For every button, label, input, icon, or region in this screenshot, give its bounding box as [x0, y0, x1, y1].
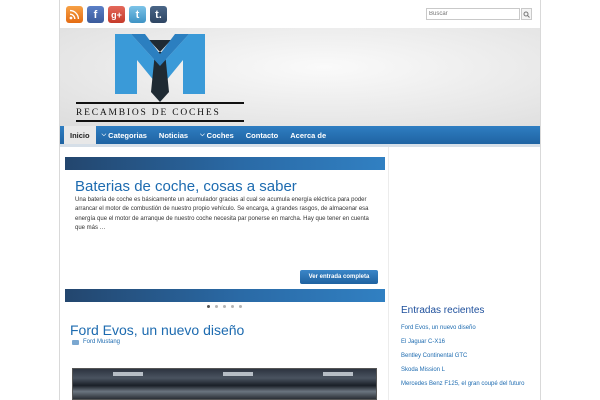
post-title[interactable]: Ford Evos, un nuevo diseño: [70, 322, 244, 338]
slide-excerpt: Una batería de coche es básicamente un a…: [75, 197, 369, 231]
search-button[interactable]: [521, 8, 532, 20]
nav-item-acerca-de[interactable]: Acerca de: [284, 126, 332, 144]
slider-dot[interactable]: [215, 305, 218, 308]
nav-item-categorias[interactable]: ⌵ Categorias: [96, 126, 153, 144]
recent-post-link[interactable]: El Jaguar C-X16: [401, 338, 524, 352]
tumblr-icon[interactable]: t.: [150, 6, 167, 23]
slider-dot[interactable]: [207, 305, 210, 308]
rss-icon[interactable]: [66, 6, 83, 23]
folder-icon: [72, 339, 79, 345]
logo-text: RECAMBIOS DE COCHES: [76, 108, 221, 118]
nav-divider: [60, 144, 540, 147]
chevron-down-icon: ⌵: [101, 131, 107, 138]
chevron-down-icon: ⌵: [200, 131, 205, 138]
slide-title[interactable]: Baterias de coche, cosas a saber: [75, 178, 297, 195]
nav-item-coches[interactable]: ⌵ Coches: [194, 126, 240, 144]
image-detail: [113, 372, 143, 376]
post-image[interactable]: [72, 368, 377, 400]
google-plus-icon[interactable]: g+: [108, 6, 125, 23]
recent-posts-list: Ford Evos, un nuevo diseño El Jaguar C-X…: [401, 324, 524, 394]
facebook-icon[interactable]: f: [87, 6, 104, 23]
slider-bottom-bar: [65, 289, 385, 302]
page-container: f g+ t t. RECAMBIOS DE COCHES Inicio ⌵Ca…: [59, 0, 541, 400]
nav-item-contacto[interactable]: Contacto: [240, 126, 285, 144]
slider-dot[interactable]: [239, 305, 242, 308]
read-more-button[interactable]: Ver entrada completa: [300, 270, 378, 284]
search-icon: [523, 11, 530, 18]
nav-item-noticias[interactable]: Noticias: [153, 126, 194, 144]
social-icons: f g+ t t.: [66, 6, 167, 23]
twitter-icon[interactable]: t: [129, 6, 146, 23]
search-input[interactable]: [426, 8, 520, 20]
image-detail: [323, 372, 353, 376]
recent-post-link[interactable]: Mercedes Benz F125, el gran coupé del fu…: [401, 380, 524, 394]
slider-dot[interactable]: [223, 305, 226, 308]
slider-pagination: [207, 305, 242, 308]
sidebar-divider: [388, 147, 389, 400]
image-detail: [223, 372, 253, 376]
recent-post-link[interactable]: Bentley Continental GTC: [401, 352, 524, 366]
nav-item-inicio[interactable]: Inicio: [64, 126, 96, 144]
slider-dot[interactable]: [231, 305, 234, 308]
post-category-link[interactable]: Ford Mustang: [83, 339, 120, 345]
recent-post-link[interactable]: Skoda Mission L: [401, 366, 524, 380]
post-category: Ford Mustang: [72, 339, 120, 345]
main-nav: Inicio ⌵ Categorias Noticias ⌵ Coches Cont…: [60, 126, 540, 144]
recent-post-link[interactable]: Ford Evos, un nuevo diseño: [401, 324, 524, 338]
recent-posts-heading: Entradas recientes: [401, 305, 485, 316]
top-bar: f g+ t t.: [60, 0, 540, 28]
slider-top-bar: [65, 157, 385, 170]
site-header: RECAMBIOS DE COCHES: [60, 28, 540, 126]
